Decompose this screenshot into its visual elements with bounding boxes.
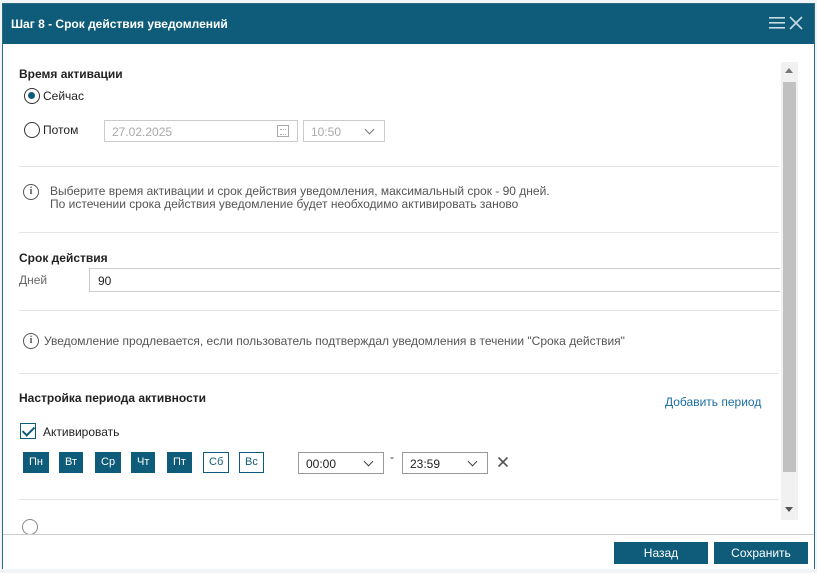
activation-date-value: 27.02.2025 [112, 125, 173, 139]
days-input[interactable]: 90 [89, 268, 780, 292]
period-start-time-select[interactable]: 00:00 [298, 452, 384, 474]
validity-section-title: Срок действия [19, 251, 108, 265]
divider [19, 373, 779, 374]
content-scrollbar[interactable] [781, 62, 798, 520]
activation-time-value: 10:50 [311, 125, 342, 139]
scroll-up-icon[interactable] [785, 68, 793, 73]
radio-now-label: Сейчас [43, 89, 84, 103]
activation-time-select[interactable]: 10:50 [303, 120, 385, 142]
add-period-link[interactable]: Добавить период [665, 395, 761, 409]
period-end-time-select[interactable]: 23:59 [402, 452, 488, 474]
days-value: 90 [98, 274, 112, 288]
activate-checkbox[interactable] [20, 423, 36, 439]
remove-period-icon[interactable] [497, 456, 509, 468]
day-button-fri[interactable]: Пт [167, 452, 192, 473]
dialog-footer: Назад Сохранить [3, 534, 814, 569]
scroll-down-icon[interactable] [785, 507, 793, 512]
save-button[interactable]: Сохранить [714, 542, 808, 564]
activation-section-title: Время активации [19, 67, 123, 81]
divider [19, 310, 779, 311]
validity-info-text: Уведомление продлевается, если пользоват… [44, 334, 625, 348]
chevron-down-icon [364, 124, 375, 135]
activate-label: Активировать [43, 425, 120, 439]
chevron-down-icon [363, 456, 374, 467]
day-button-sun[interactable]: Вс [239, 452, 264, 473]
dialog-titlebar: Шаг 8 - Срок действия уведомлений [3, 4, 814, 44]
period-end-time-value: 23:59 [410, 457, 441, 471]
back-button[interactable]: Назад [614, 542, 708, 564]
time-range-separator: - [390, 450, 394, 464]
activation-info-line2: По истечении срока действия уведомление … [50, 197, 519, 211]
day-button-tue[interactable]: Вт [59, 452, 84, 473]
radio-later-label: Потом [43, 123, 79, 137]
dialog: Шаг 8 - Срок действия уведомлений Время … [2, 3, 815, 569]
period-start-time-value: 00:00 [306, 457, 337, 471]
scrollbar-thumb[interactable] [783, 82, 796, 472]
menu-icon[interactable] [769, 16, 785, 30]
day-button-mon[interactable]: Пн [23, 452, 49, 473]
divider [19, 166, 779, 167]
chevron-down-icon [467, 456, 478, 467]
partial-hidden-radio[interactable] [22, 519, 38, 534]
checkmark-icon [21, 423, 36, 437]
activity-section-title: Настройка периода активности [19, 391, 207, 405]
day-button-sat[interactable]: Сб [203, 452, 230, 473]
calendar-icon[interactable] [277, 125, 289, 137]
info-icon: i [23, 333, 39, 349]
divider [19, 499, 779, 500]
info-icon: i [23, 184, 39, 200]
divider [19, 232, 779, 233]
radio-later[interactable] [24, 122, 40, 138]
activation-info-text: Выберите время активации и срок действия… [50, 185, 550, 211]
day-button-thu[interactable]: Чт [131, 452, 156, 473]
dialog-content: Время активации Сейчас Потом 27.02.2025 … [3, 44, 798, 534]
radio-now[interactable] [24, 88, 40, 104]
activation-date-input[interactable]: 27.02.2025 [104, 120, 298, 142]
close-icon[interactable] [789, 16, 803, 30]
days-label: Дней [19, 273, 48, 287]
dialog-title: Шаг 8 - Срок действия уведомлений [11, 17, 228, 31]
day-button-wed[interactable]: Ср [95, 452, 122, 473]
